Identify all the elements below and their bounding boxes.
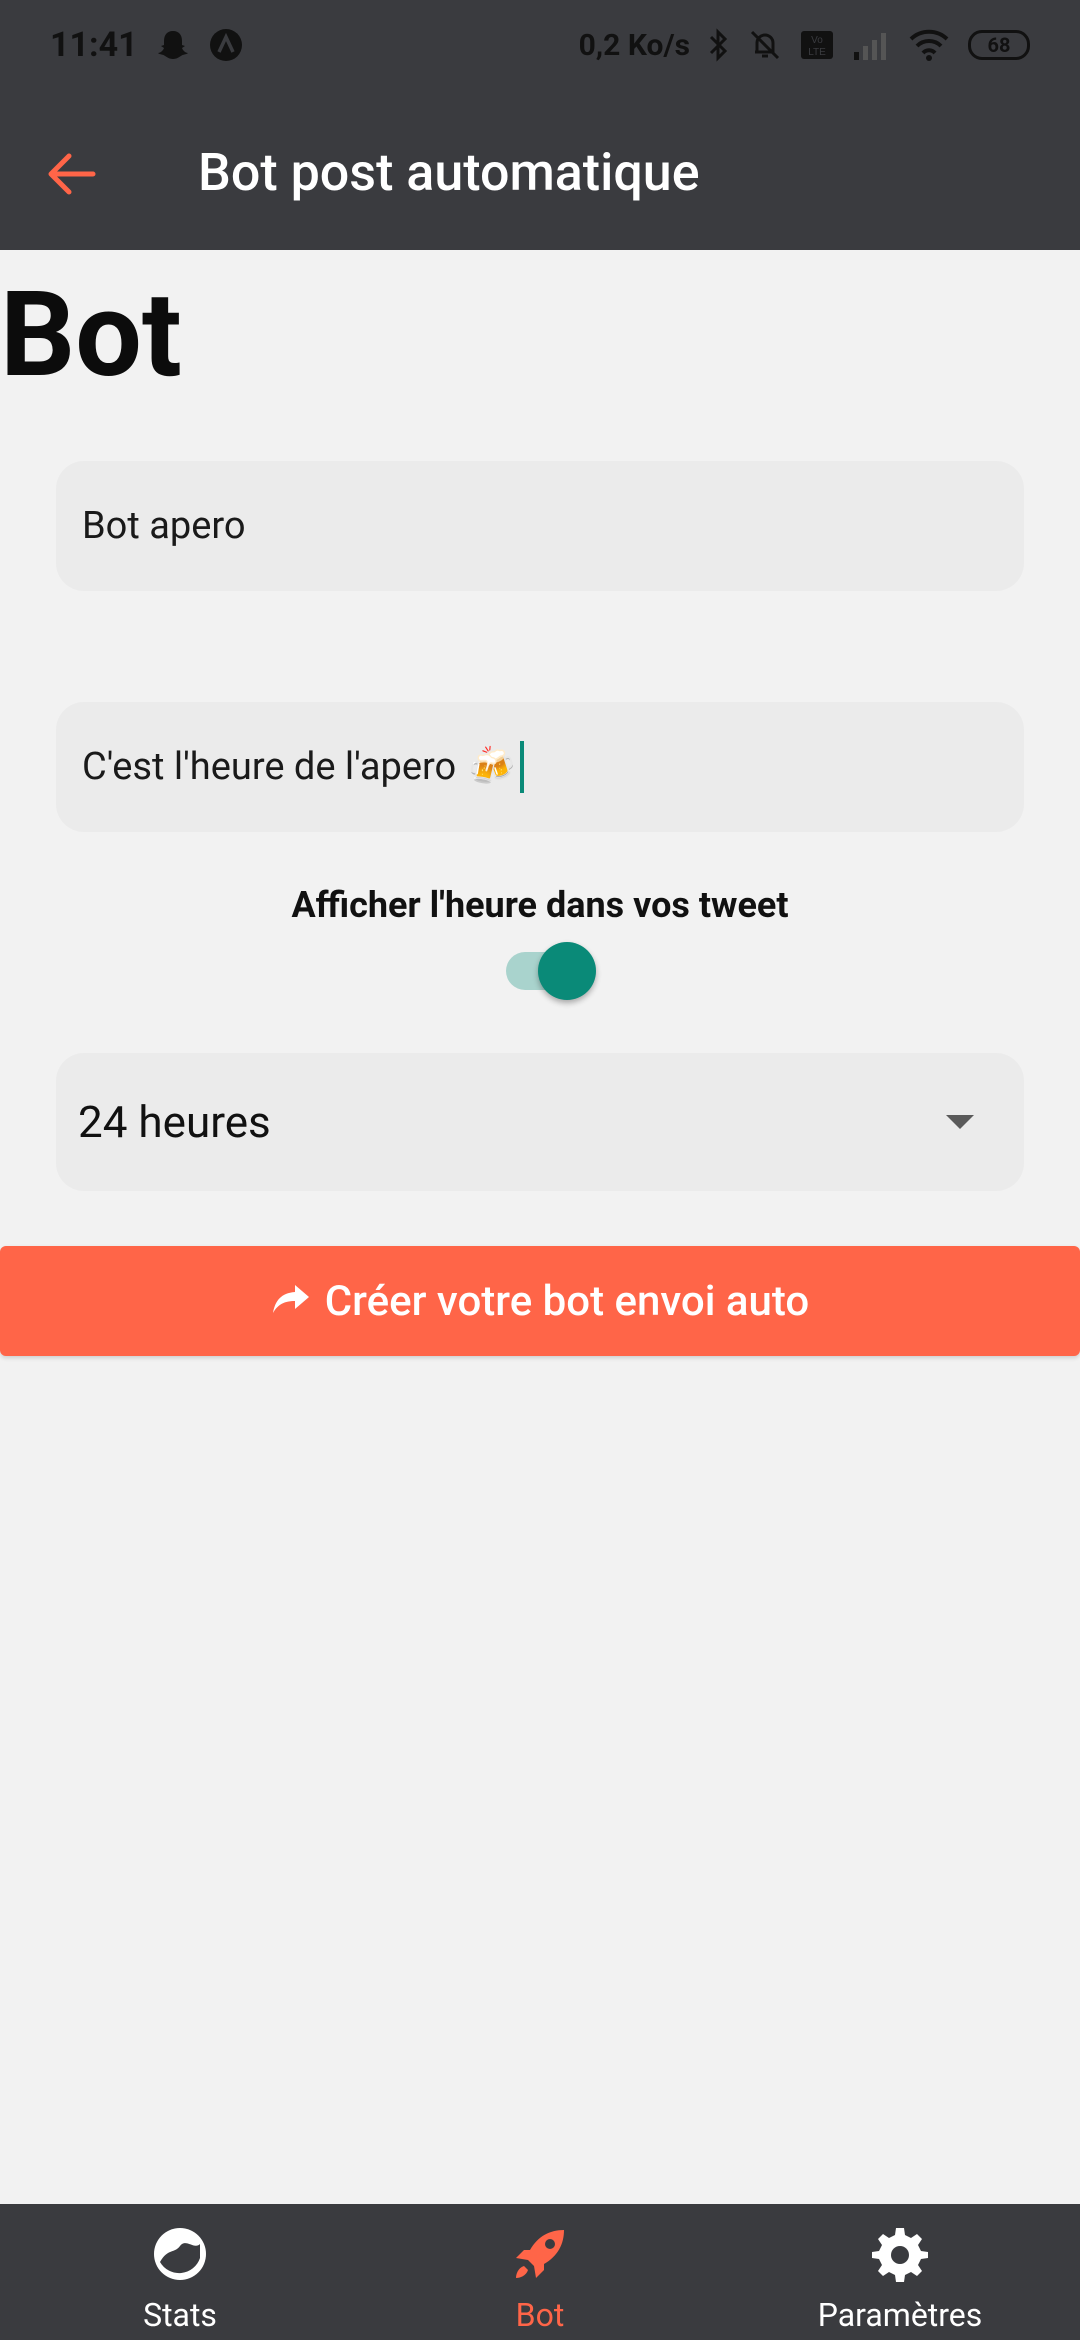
nav-label-settings: Paramètres <box>817 2296 983 2334</box>
arrow-left-icon <box>47 152 97 200</box>
interval-select[interactable]: 24 heures <box>56 1053 1024 1191</box>
notifications-off-icon <box>748 28 782 62</box>
nav-item-bot[interactable]: Bot <box>360 2204 720 2340</box>
bot-name-input[interactable]: Bot apero <box>56 461 1024 591</box>
nav-item-settings[interactable]: Paramètres <box>720 2204 1080 2340</box>
gear-icon <box>870 2224 930 2288</box>
app-icon <box>208 27 244 63</box>
bluetooth-icon <box>708 28 730 62</box>
create-bot-label: Créer votre bot envoi auto <box>324 1276 810 1326</box>
beer-emoji: 🍻 <box>468 745 516 789</box>
status-bar: 11:41 0,2 Ko/s Vo LTE 68 <box>0 0 1080 90</box>
nav-label-stats: Stats <box>143 2296 217 2334</box>
show-time-toggle[interactable] <box>506 942 598 1000</box>
snapchat-icon <box>156 28 190 62</box>
text-cursor <box>519 741 524 793</box>
status-time: 11:41 <box>50 25 138 65</box>
tweet-message-value: C'est l'heure de l'apero <box>82 745 457 789</box>
create-bot-button[interactable]: Créer votre bot envoi auto <box>0 1246 1080 1356</box>
app-bar: Bot post automatique <box>0 110 1080 240</box>
volte-icon: Vo LTE <box>800 30 834 60</box>
rocket-icon <box>510 2224 570 2288</box>
dropdown-arrow-icon <box>946 1115 974 1129</box>
interval-selected-value: 24 heures <box>78 1096 271 1148</box>
svg-text:Vo: Vo <box>811 35 823 46</box>
app-bar-title: Bot post automatique <box>198 142 700 203</box>
wifi-icon <box>908 29 950 61</box>
nav-label-bot: Bot <box>515 2296 565 2334</box>
network-speed: 0,2 Ko/s <box>578 27 690 63</box>
tweet-message-input[interactable]: C'est l'heure de l'apero 🍻 <box>56 702 1024 832</box>
nav-item-stats[interactable]: Stats <box>0 2204 360 2340</box>
chart-icon <box>150 2224 210 2288</box>
show-time-label: Afficher l'heure dans vos tweet <box>291 884 789 926</box>
bottom-navigation: Stats Bot Paramètres <box>0 2204 1080 2340</box>
page-title: Bot <box>0 266 182 404</box>
back-button[interactable] <box>40 144 104 208</box>
share-arrow-icon <box>271 1277 311 1326</box>
signal-icon <box>852 30 890 60</box>
svg-text:LTE: LTE <box>808 47 826 58</box>
toggle-knob <box>538 942 596 1000</box>
bot-name-value: Bot apero <box>82 504 246 548</box>
battery-icon: 68 <box>968 30 1030 60</box>
